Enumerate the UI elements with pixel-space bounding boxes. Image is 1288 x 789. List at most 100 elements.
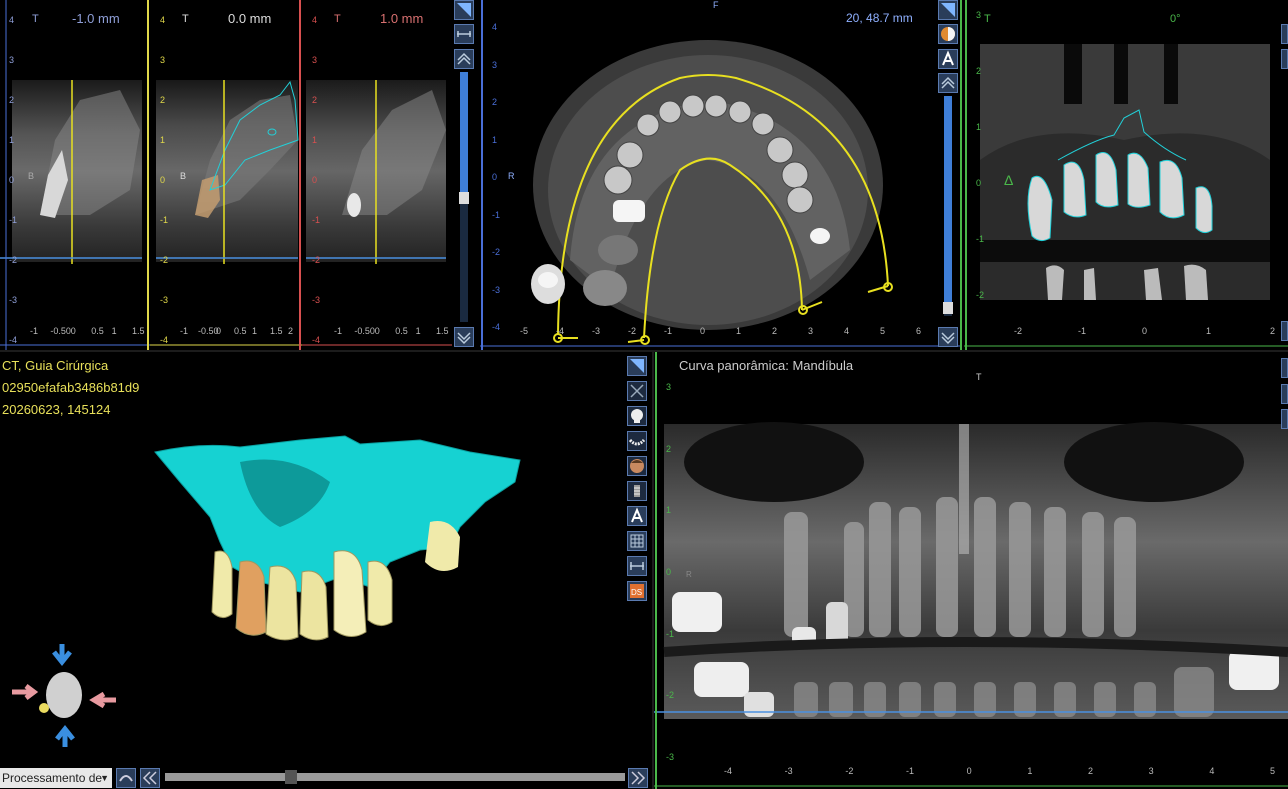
x-tick-label: 5 — [880, 326, 886, 336]
axial-scrollbar-thumb[interactable] — [943, 302, 953, 314]
x-tick-label: 0 — [966, 766, 972, 776]
axial-top-label: F — [713, 0, 719, 10]
x-tick-label: 1 — [111, 326, 117, 336]
forward-button[interactable] — [628, 768, 648, 788]
y-tick-label: 4 — [160, 15, 166, 25]
x-tick-label: 2 — [1088, 766, 1094, 776]
cross-section-1[interactable]: T -1.0 mm B 4 3 2 1 0 -1 -2 -3 -4 -1 -0.50 0 0.5 1 1.… — [0, 0, 150, 350]
contrast-icon — [941, 27, 955, 41]
slice-scrollbar-fill — [460, 72, 468, 192]
panoramic-title: Curva panorâmica: Mandíbula — [679, 358, 854, 373]
playback-slider[interactable] — [165, 770, 625, 784]
chevron-down-icon — [457, 332, 471, 345]
coronal-tool-button-2[interactable] — [1281, 49, 1288, 69]
cross-section-t-label: T — [32, 13, 39, 25]
y-tick-label: -2 — [976, 290, 985, 300]
y-tick-label: -2 — [312, 255, 321, 265]
divider-horizontal[interactable] — [0, 350, 1288, 352]
cross-section-3[interactable]: T 1.0 mm 4 3 2 1 0 -1 -2 -3 -4 -1 -0.50 0 0.5 1 1.5 — [302, 0, 452, 350]
divider-vertical[interactable] — [652, 352, 654, 789]
implant-tool-button[interactable] — [627, 481, 647, 501]
y-tick-label: 2 — [492, 97, 498, 107]
y-tick-label: -4 — [9, 335, 18, 345]
slice-tool-button[interactable] — [454, 0, 474, 20]
axial-image — [480, 0, 962, 350]
coronal-tool-button-1[interactable] — [1281, 24, 1288, 44]
panoramic-tool-button-1[interactable] — [1281, 358, 1288, 378]
y-tick-label: 0 — [312, 175, 318, 185]
grid-tool-button[interactable] — [627, 531, 647, 551]
cut-icon — [630, 384, 644, 398]
x-tick-label: -2 — [628, 326, 637, 336]
grid-icon — [630, 534, 644, 548]
cross-section-2[interactable]: T 0.0 mm B 4 3 2 1 0 -1 -2 -3 -4 -1 -0.50 0 0.5 1 1.5… — [150, 0, 302, 350]
cross-section-t-label: T — [334, 13, 341, 25]
undo-button[interactable] — [116, 768, 136, 788]
head-orientation-icon — [531, 264, 565, 304]
y-axis-ticks: 4 3 2 1 0 -1 -2 -3 -4 — [160, 15, 180, 345]
cut-tool-button[interactable] — [627, 381, 647, 401]
distance-tool-button[interactable] — [627, 556, 647, 576]
skull-tool-button[interactable] — [627, 406, 647, 426]
x-tick-label: -3 — [592, 326, 601, 336]
model-3d-toolbar: DS — [627, 356, 649, 606]
maxilla-3d-model — [12, 435, 521, 747]
cross-section-b-label: B — [180, 171, 187, 181]
panoramic-view[interactable]: Curva panorâmica: Mandíbula T R 3 2 1 0 -1 -2… — [654, 352, 1288, 789]
y-tick-label: -1 — [312, 215, 321, 225]
coronal-view[interactable]: T 0° Δ 3 2 1 0 -1 -2 -2 -1 0 1 2 — [964, 0, 1288, 350]
y-tick-label: -3 — [492, 284, 501, 295]
arch-tool-button[interactable] — [627, 431, 647, 451]
chevron-down-icon: ▼ — [100, 773, 109, 783]
slice-scrollbar-thumb[interactable] — [459, 192, 469, 204]
x-tick-label: -1 — [334, 326, 343, 336]
y-tick-label: -3 — [312, 295, 321, 305]
y-tick-label: 3 — [9, 55, 15, 65]
cross-section-panel[interactable]: T -1.0 mm B 4 3 2 1 0 -1 -2 -3 -4 -1 -0.50 0 0.5 1 1.… — [0, 0, 478, 350]
slice-tool-button[interactable] — [627, 356, 647, 376]
slice-scrollbar[interactable] — [459, 72, 469, 322]
y-axis-ticks: 3 2 1 0 -1 -2 -3 — [666, 382, 686, 762]
collapse-button[interactable] — [454, 327, 474, 347]
y-tick-label: -3 — [666, 752, 675, 762]
rewind-button[interactable] — [140, 768, 160, 788]
x-tick-label: 3 — [1148, 766, 1154, 776]
y-tick-label: -3 — [160, 295, 169, 305]
layers-icon — [457, 52, 471, 65]
coronal-tool-button-3[interactable] — [1281, 321, 1288, 341]
slice-tool-button[interactable] — [938, 0, 958, 20]
layers-tool-button[interactable] — [454, 49, 474, 69]
text-tool-button[interactable] — [627, 506, 647, 526]
playback-slider-thumb[interactable] — [285, 770, 297, 784]
x-tick-label: 4 — [844, 326, 850, 336]
y-tick-label: -1 — [160, 215, 169, 225]
x-tick-label: 1 — [1206, 326, 1212, 336]
x-axis-ticks: -1 -0.50 0 0.5 1 1.5 — [30, 326, 146, 338]
x-tick-label: 6 — [916, 326, 922, 336]
processing-dropdown[interactable]: Processamento de ▼ — [0, 768, 112, 788]
collapse-button[interactable] — [938, 327, 958, 347]
measure-tool-button[interactable] — [454, 24, 474, 44]
model-3d-view[interactable]: CT, Guia Cirúrgica 02950efafab3486b81d9 … — [0, 352, 652, 789]
cross-section-offset: 0.0 mm — [228, 11, 272, 26]
contrast-tool-button[interactable] — [938, 24, 958, 44]
y-axis-ticks: 3 2 1 0 -1 -2 — [976, 10, 996, 300]
x-tick-label: 1 — [1027, 766, 1033, 776]
y-tick-label: -4 — [160, 335, 169, 345]
x-tick-label: 0 — [700, 326, 706, 336]
implant-icon — [634, 485, 640, 497]
y-tick-label: -4 — [312, 335, 321, 345]
y-tick-label: -1 — [976, 234, 985, 244]
undo-icon — [119, 775, 133, 782]
axial-scrollbar[interactable] — [943, 96, 953, 316]
chevron-down-icon — [941, 332, 955, 345]
text-tool-button[interactable] — [938, 49, 958, 69]
ds-tool-button[interactable]: DS — [627, 581, 647, 601]
y-tick-label: -4 — [492, 322, 501, 332]
panoramic-tool-button-3[interactable] — [1281, 409, 1288, 429]
panoramic-tool-button-2[interactable] — [1281, 384, 1288, 404]
face-tool-button[interactable] — [627, 456, 647, 476]
axial-view[interactable]: F R 20, 48.7 mm 4 3 2 1 0 -1 -2 -3 -4 -5 -4 -3 -2 -1… — [480, 0, 962, 350]
y-tick-label: 1 — [492, 134, 498, 145]
layers-tool-button[interactable] — [938, 73, 958, 93]
